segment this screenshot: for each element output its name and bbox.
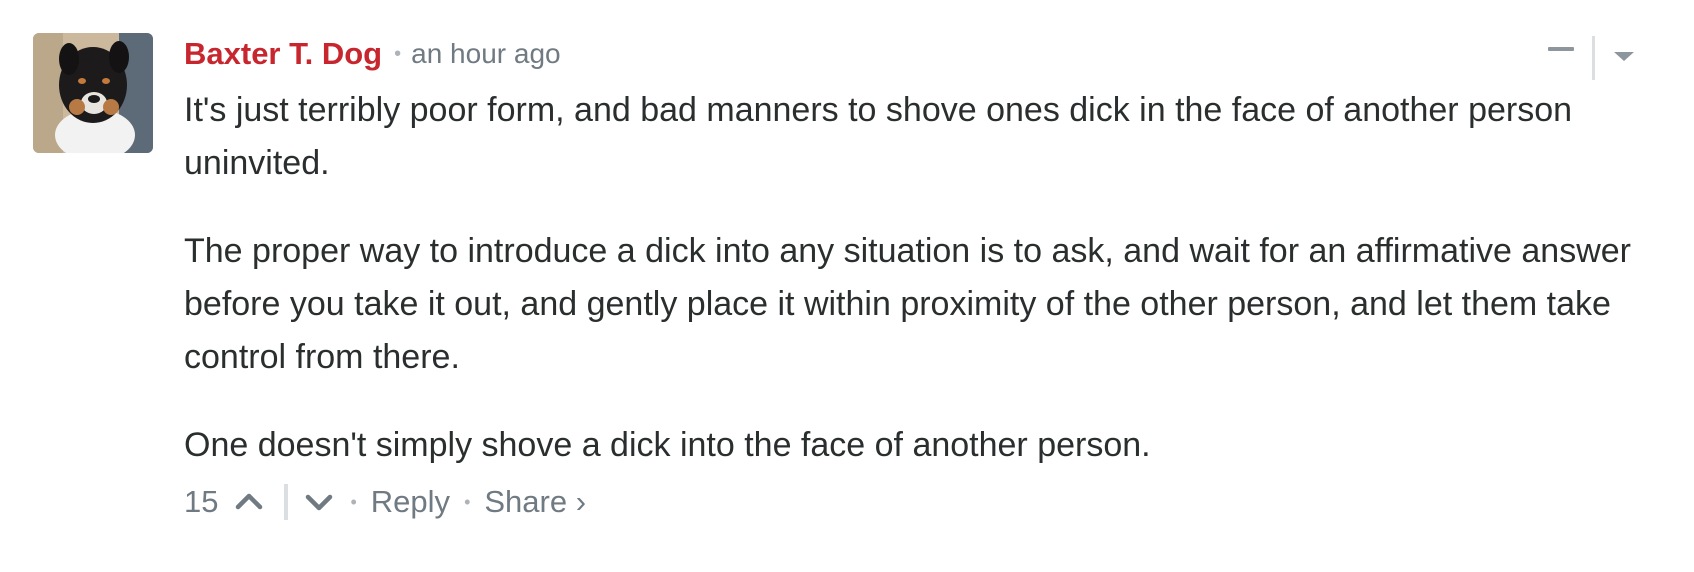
comment-header: Baxter T. Dog • an hour ago	[184, 32, 561, 76]
caret-down-icon	[1614, 52, 1634, 61]
collapse-button[interactable]	[1540, 32, 1580, 72]
downvote-button[interactable]	[302, 485, 336, 519]
chevron-down-icon	[306, 494, 333, 511]
controls-divider	[1592, 36, 1595, 80]
comment-paragraph: It's just terribly poor form, and bad ma…	[184, 91, 1573, 182]
chevron-up-icon	[236, 493, 263, 510]
comment-paragraph: The proper way to introduce a dick into …	[184, 232, 1631, 376]
comment-body: It's just terribly poor form, and bad ma…	[184, 84, 1674, 472]
upvote-button[interactable]	[232, 485, 266, 519]
share-link[interactable]: Share ›	[484, 484, 586, 520]
vote-divider	[284, 484, 289, 520]
author-name[interactable]: Baxter T. Dog	[184, 36, 382, 72]
avatar[interactable]	[33, 33, 153, 153]
timestamp[interactable]: an hour ago	[411, 38, 560, 70]
comment-controls	[1540, 32, 1650, 80]
comment-footer: 15 • Reply • Share ›	[184, 478, 586, 526]
minus-icon	[1548, 47, 1574, 51]
comment: Baxter T. Dog • an hour ago It's just te…	[0, 0, 1694, 572]
footer-dot: •	[350, 491, 357, 512]
comment-menu-button[interactable]	[1608, 38, 1644, 70]
dog-avatar-image	[33, 33, 153, 153]
comment-paragraph: One doesn't simply shove a dick into the…	[184, 426, 1151, 464]
reply-link[interactable]: Reply	[371, 484, 450, 520]
upvote-count: 15	[184, 484, 219, 519]
footer-dot: •	[464, 491, 471, 512]
meta-separator: •	[394, 42, 402, 65]
